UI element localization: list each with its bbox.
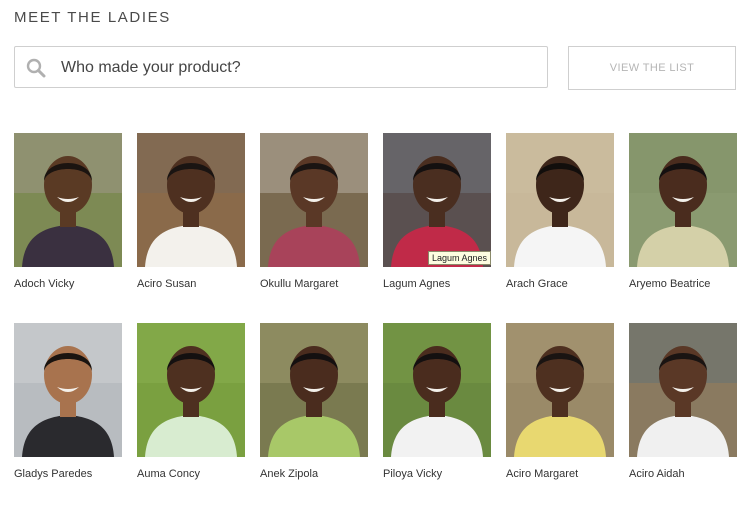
lady-photo[interactable] [14, 323, 122, 457]
search-box[interactable] [14, 46, 548, 89]
lady-card[interactable]: Anek Zipola [260, 323, 368, 513]
lady-photo[interactable] [506, 133, 614, 267]
lady-photo[interactable] [383, 133, 491, 267]
name-tooltip: Lagum Agnes [428, 251, 492, 265]
portrait-image [137, 133, 245, 267]
portrait-image [383, 133, 491, 267]
lady-photo[interactable] [629, 323, 737, 457]
lady-name[interactable]: Auma Concy [137, 468, 245, 480]
portrait-image [260, 133, 368, 267]
lady-name[interactable]: Piloya Vicky [383, 468, 491, 480]
lady-name[interactable]: Aciro Margaret [506, 468, 614, 480]
lady-photo[interactable] [383, 323, 491, 457]
lady-name[interactable]: Aciro Aidah [629, 468, 737, 480]
lady-name[interactable]: Aryemo Beatrice [629, 278, 737, 290]
lady-card[interactable]: Okullu Margaret [260, 133, 368, 323]
page-heading: MEET THE LADIES [14, 9, 171, 26]
lady-card[interactable]: Auma Concy [137, 323, 245, 513]
lady-card[interactable]: Gladys Paredes [14, 323, 122, 513]
portrait-image [14, 323, 122, 457]
search-input[interactable] [59, 47, 533, 89]
portrait-image [260, 323, 368, 457]
lady-card[interactable]: Lagum Agnes Lagum Agnes [383, 133, 492, 323]
lady-card[interactable]: Arach Grace [506, 133, 614, 323]
lady-photo[interactable] [14, 133, 122, 267]
ladies-grid: Adoch Vicky Aciro Susan Okullu Margaret Lag… [14, 133, 737, 513]
portrait-image [629, 323, 737, 457]
lady-name[interactable]: Aciro Susan [137, 278, 245, 290]
lady-photo[interactable] [260, 323, 368, 457]
lady-name[interactable]: Lagum Agnes [383, 278, 491, 290]
lady-card[interactable]: Aciro Susan [137, 133, 245, 323]
portrait-image [137, 323, 245, 457]
lady-name[interactable]: Okullu Margaret [260, 278, 368, 290]
lady-card[interactable]: Aciro Aidah [629, 323, 737, 513]
lady-name[interactable]: Anek Zipola [260, 468, 368, 480]
view-the-list-button[interactable]: VIEW THE LIST [568, 46, 736, 90]
portrait-image [383, 323, 491, 457]
lady-name[interactable]: Adoch Vicky [14, 278, 122, 290]
portrait-image [506, 323, 614, 457]
lady-photo[interactable] [137, 323, 245, 457]
search-icon [26, 58, 46, 78]
lady-photo[interactable] [260, 133, 368, 267]
lady-photo[interactable] [137, 133, 245, 267]
portrait-image [629, 133, 737, 267]
portrait-image [506, 133, 614, 267]
lady-card[interactable]: Aciro Margaret [506, 323, 614, 513]
lady-photo[interactable] [506, 323, 614, 457]
lady-card[interactable]: Piloya Vicky [383, 323, 491, 513]
lady-card[interactable]: Adoch Vicky [14, 133, 122, 323]
lady-name[interactable]: Arach Grace [506, 278, 614, 290]
lady-card[interactable]: Aryemo Beatrice [629, 133, 737, 323]
lady-name[interactable]: Gladys Paredes [14, 468, 122, 480]
portrait-image [14, 133, 122, 267]
lady-photo[interactable] [629, 133, 737, 267]
